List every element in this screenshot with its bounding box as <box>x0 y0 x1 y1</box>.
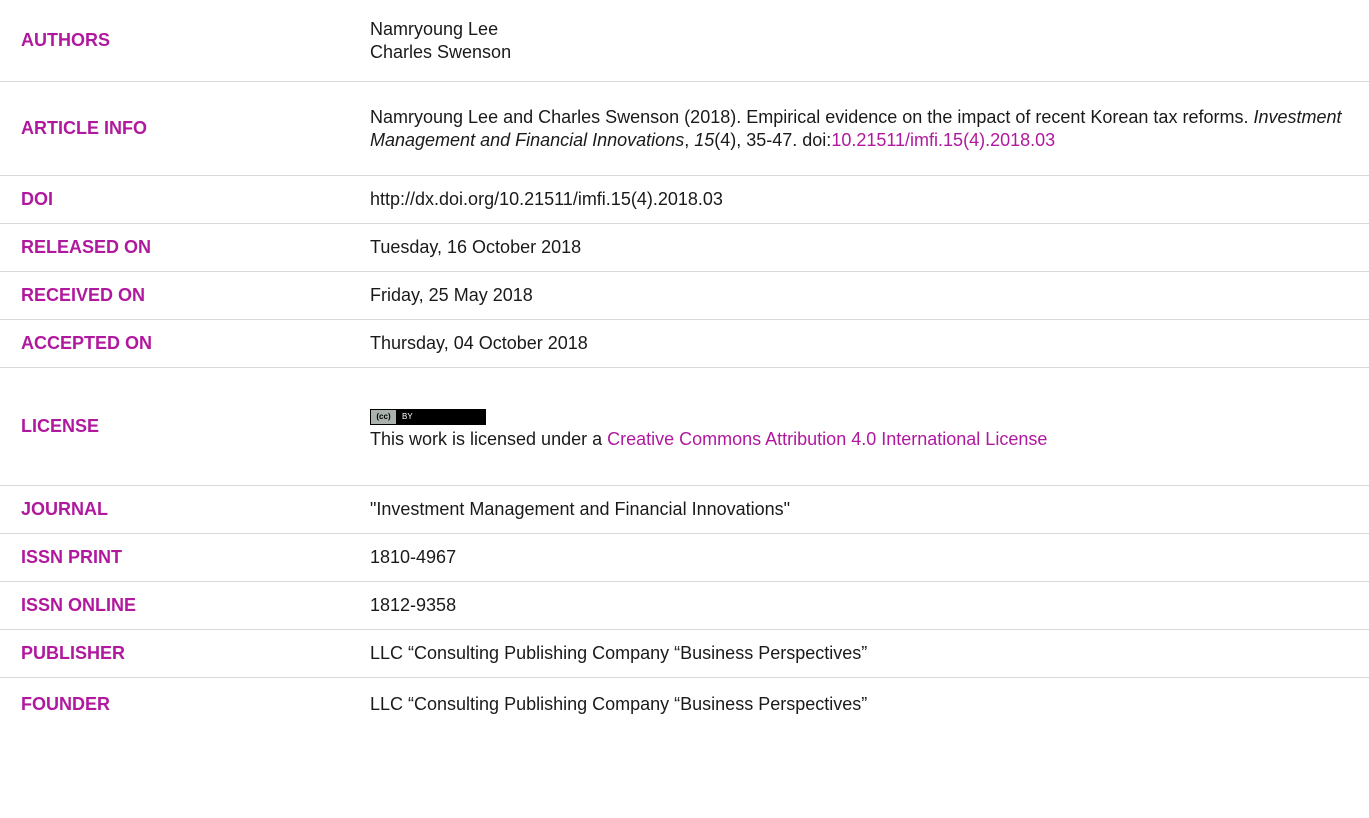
article-info-value: Namryoung Lee and Charles Swenson (2018)… <box>370 106 1369 152</box>
accepted-on-value: Thursday, 04 October 2018 <box>370 333 588 353</box>
received-on-value: Friday, 25 May 2018 <box>370 285 533 305</box>
founder-label: FOUNDER <box>21 693 110 714</box>
authors-value: Namryoung Lee Charles Swenson <box>370 18 1369 64</box>
row-issn-online: ISSN ONLINE 1812-9358 <box>0 582 1369 630</box>
accepted-on-label: ACCEPTED ON <box>21 333 153 353</box>
doi-value: http://dx.doi.org/10.21511/imfi.15(4).20… <box>370 189 723 209</box>
publisher-value: LLC “Consulting Publishing Company “Busi… <box>370 643 868 663</box>
license-label: LICENSE <box>21 416 100 436</box>
by-badge-text: BY <box>397 409 485 424</box>
issn-print-label: ISSN PRINT <box>21 547 123 567</box>
issn-online-label: ISSN ONLINE <box>21 595 137 615</box>
released-on-value: Tuesday, 16 October 2018 <box>370 237 582 257</box>
row-founder: FOUNDER LLC “Consulting Publishing Compa… <box>0 678 1369 730</box>
row-journal: JOURNAL "Investment Management and Finan… <box>0 486 1369 534</box>
row-license: LICENSE (cc) BY This work is licensed un… <box>0 368 1369 486</box>
citation-text: Namryoung Lee and Charles Swenson (2018)… <box>370 106 1254 127</box>
article-info-label: ARTICLE INFO <box>21 118 147 138</box>
issn-print-value: 1810-4967 <box>370 547 457 567</box>
citation-doi-link[interactable]: 10.21511/imfi.15(4).2018.03 <box>831 130 1055 150</box>
row-authors: AUTHORS Namryoung Lee Charles Swenson <box>0 0 1369 82</box>
row-publisher: PUBLISHER LLC “Consulting Publishing Com… <box>0 630 1369 678</box>
row-article-info: ARTICLE INFO Namryoung Lee and Charles S… <box>0 82 1369 176</box>
author-name: Namryoung Lee <box>370 18 499 39</box>
journal-value: "Investment Management and Financial Inn… <box>370 499 791 519</box>
founder-value: LLC “Consulting Publishing Company “Busi… <box>370 693 868 714</box>
author-name: Charles Swenson <box>370 41 512 62</box>
journal-label: JOURNAL <box>21 499 109 519</box>
row-issn-print: ISSN PRINT 1810-4967 <box>0 534 1369 582</box>
license-link[interactable]: Creative Commons Attribution 4.0 Interna… <box>607 429 1047 449</box>
row-received-on: RECEIVED ON Friday, 25 May 2018 <box>0 272 1369 320</box>
row-doi: DOI http://dx.doi.org/10.21511/imfi.15(4… <box>0 176 1369 224</box>
issn-online-value: 1812-9358 <box>370 595 457 615</box>
publisher-label: PUBLISHER <box>21 643 126 663</box>
row-released-on: RELEASED ON Tuesday, 16 October 2018 <box>0 224 1369 272</box>
citation-comma: , <box>684 129 695 150</box>
citation-volume: 15 <box>694 129 715 150</box>
license-intro: This work is licensed under a <box>370 428 608 449</box>
row-accepted-on: ACCEPTED ON Thursday, 04 October 2018 <box>0 320 1369 368</box>
citation-pages: (4), 35-47. doi: <box>714 129 832 150</box>
authors-label: AUTHORS <box>21 30 110 50</box>
doi-label: DOI <box>21 189 54 209</box>
license-value: (cc) BY This work is licensed under a Cr… <box>370 402 1369 451</box>
received-on-label: RECEIVED ON <box>21 285 146 305</box>
article-metadata-table: AUTHORS Namryoung Lee Charles Swenson AR… <box>0 0 1369 730</box>
license-text: This work is licensed under a Creative C… <box>370 428 1359 451</box>
cc-by-badge-icon[interactable]: (cc) BY <box>370 408 486 425</box>
released-on-label: RELEASED ON <box>21 237 152 257</box>
cc-logo-icon: (cc) <box>371 409 397 424</box>
